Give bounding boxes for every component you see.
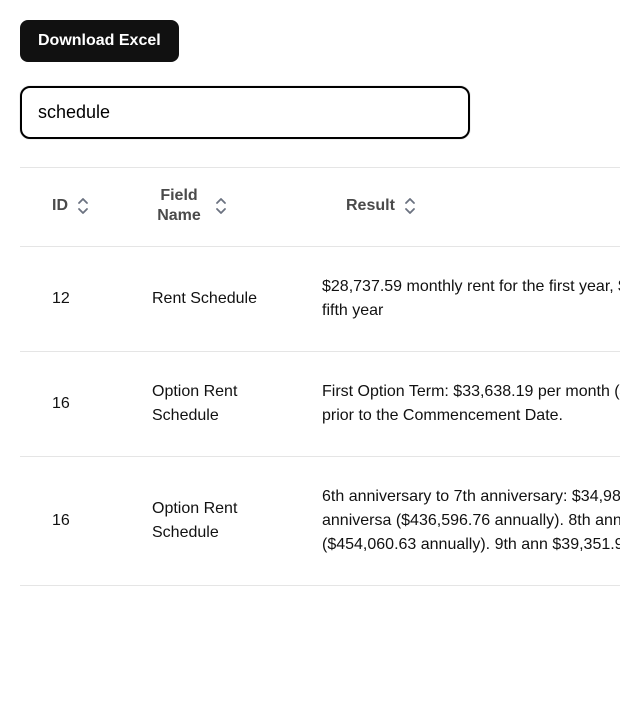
sort-icon — [214, 198, 228, 214]
cell-id: 16 — [20, 352, 140, 457]
table-row: 16 Option Rent Schedule First Option Ter… — [20, 352, 620, 457]
cell-result: 6th anniversary to 7th anniversary: $34,… — [310, 457, 620, 586]
cell-field-name: Rent Schedule — [140, 247, 310, 352]
cell-result: First Option Term: $33,638.19 per month … — [310, 352, 620, 457]
column-header-result[interactable]: Result — [310, 168, 620, 247]
table-row: 16 Option Rent Schedule 6th anniversary … — [20, 457, 620, 586]
sort-icon — [403, 198, 417, 214]
column-header-id[interactable]: ID — [20, 168, 140, 247]
cell-field-name: Option Rent Schedule — [140, 457, 310, 586]
column-header-result-label: Result — [346, 196, 395, 216]
cell-field-name: Option Rent Schedule — [140, 352, 310, 457]
search-wrap — [20, 86, 620, 139]
cell-id: 12 — [20, 247, 140, 352]
column-header-field-label: Field Name — [152, 186, 206, 226]
results-table: ID Field Name — [20, 168, 620, 586]
table-row: 12 Rent Schedule $28,737.59 monthly rent… — [20, 247, 620, 352]
search-input[interactable] — [20, 86, 470, 139]
cell-id: 16 — [20, 457, 140, 586]
column-header-id-label: ID — [52, 196, 68, 216]
cell-result: $28,737.59 monthly rent for the first ye… — [310, 247, 620, 352]
results-table-wrap: ID Field Name — [20, 167, 620, 586]
column-header-field-name[interactable]: Field Name — [140, 168, 310, 247]
sort-icon — [76, 198, 90, 214]
download-excel-button[interactable]: Download Excel — [20, 20, 179, 62]
